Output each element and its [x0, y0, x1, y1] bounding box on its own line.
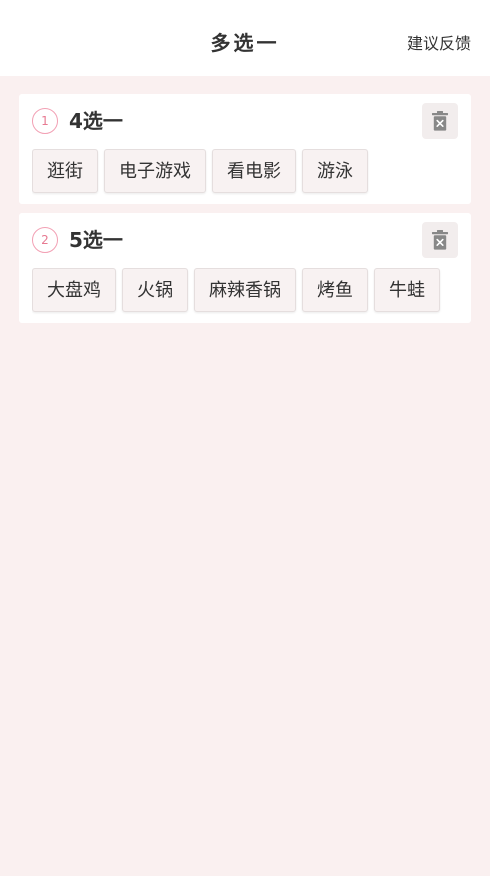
option-chip[interactable]: 牛蛙 — [374, 268, 440, 312]
option-list: 逛街 电子游戏 看电影 游泳 — [32, 149, 471, 197]
choice-group-header: 1 4选一 — [19, 94, 471, 150]
delete-group-button[interactable] — [422, 103, 458, 139]
choice-group-header: 2 5选一 — [19, 213, 471, 269]
option-chip[interactable]: 电子游戏 — [104, 149, 206, 193]
option-chip[interactable]: 麻辣香锅 — [194, 268, 296, 312]
option-chip[interactable]: 大盘鸡 — [32, 268, 116, 312]
option-chip[interactable]: 火锅 — [122, 268, 188, 312]
option-chip[interactable]: 烤鱼 — [302, 268, 368, 312]
choice-group-card: 2 5选一 大盘鸡 火锅 麻辣香锅 烤鱼 牛蛙 — [19, 213, 471, 323]
group-title: 4选一 — [69, 109, 123, 133]
feedback-link[interactable]: 建议反馈 — [407, 34, 471, 54]
option-list: 大盘鸡 火锅 麻辣香锅 烤鱼 牛蛙 — [32, 268, 471, 316]
option-chip[interactable]: 游泳 — [302, 149, 368, 193]
option-chip[interactable]: 看电影 — [212, 149, 296, 193]
top-bar: 多选一 建议反馈 — [0, 0, 490, 76]
trash-icon — [432, 111, 448, 131]
choice-group-card: 1 4选一 逛街 电子游戏 看电影 游泳 — [19, 94, 471, 204]
group-index-badge: 2 — [32, 227, 58, 253]
trash-icon — [432, 230, 448, 250]
delete-group-button[interactable] — [422, 222, 458, 258]
option-chip[interactable]: 逛街 — [32, 149, 98, 193]
group-index-badge: 1 — [32, 108, 58, 134]
group-title: 5选一 — [69, 228, 123, 252]
